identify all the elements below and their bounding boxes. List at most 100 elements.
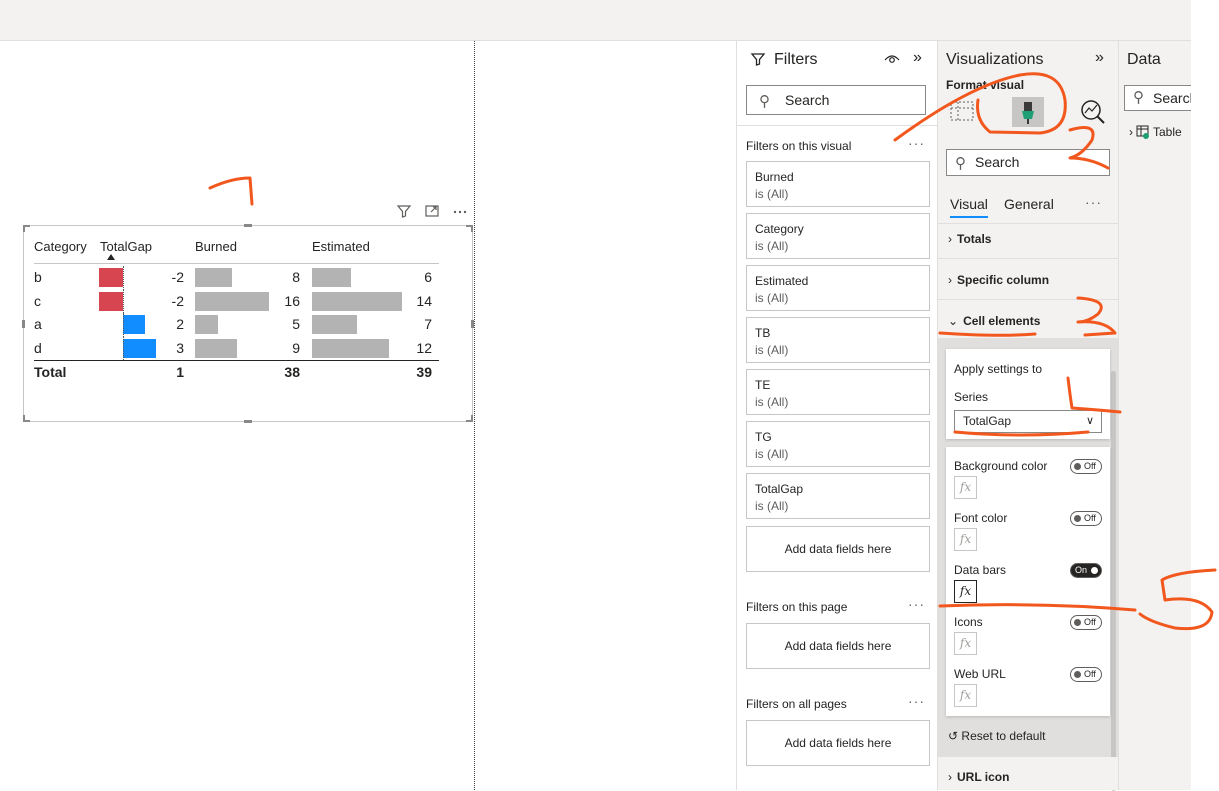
setting-toggle[interactable]: Off <box>1070 667 1102 682</box>
cell-estimated: 14 <box>416 292 432 309</box>
data-search-input[interactable]: ⚲ Search <box>1124 85 1191 111</box>
table-grid: Category TotalGap Burned Estimated b -2 … <box>34 232 439 384</box>
filter-icon[interactable] <box>395 203 413 221</box>
search-icon: ⚲ <box>1133 89 1144 106</box>
eye-icon[interactable] <box>884 53 900 65</box>
toggle-state: Off <box>1084 617 1096 627</box>
setting-label: Background color <box>954 459 1048 473</box>
resize-handle[interactable] <box>23 225 30 232</box>
conditional-format-fx-button[interactable]: fx <box>954 632 977 655</box>
filter-icon <box>750 53 766 66</box>
filter-card[interactable]: TG is (All) <box>746 421 930 467</box>
cell-category: a <box>34 316 42 332</box>
analytics-icon[interactable] <box>1080 99 1106 125</box>
reset-icon: ↺ <box>948 729 959 743</box>
cell-category: d <box>34 339 42 356</box>
cell-burned: 5 <box>292 316 300 332</box>
add-all-pages-fields-well[interactable]: Add data fields here <box>746 720 930 766</box>
filter-field-name: TotalGap <box>755 482 804 496</box>
section-cell-elements[interactable]: ⌄ Cell elements <box>948 314 1040 328</box>
focus-mode-icon[interactable] <box>423 203 441 221</box>
build-visual-icon[interactable] <box>950 99 974 123</box>
section-totals[interactable]: › Totals <box>948 232 991 246</box>
section-cell-elements-label: Cell elements <box>963 314 1041 328</box>
filter-card[interactable]: TB is (All) <box>746 317 930 363</box>
resize-handle[interactable] <box>23 415 30 422</box>
resize-handle[interactable] <box>22 320 25 328</box>
toggle-knob <box>1074 515 1081 522</box>
filter-card[interactable]: Category is (All) <box>746 213 930 259</box>
conditional-format-fx-button[interactable]: fx <box>954 580 977 603</box>
search-placeholder: Search <box>785 92 830 108</box>
conditional-format-fx-button[interactable]: fx <box>954 528 977 551</box>
filter-state: is (All) <box>755 291 789 305</box>
divider <box>737 125 937 126</box>
data-table-item[interactable]: › Table <box>1129 125 1182 139</box>
total-totalgap: 1 <box>176 364 184 380</box>
cell-category: b <box>34 269 42 285</box>
filters-on-visual-label: Filters on this visual <box>746 139 852 153</box>
column-header-category[interactable]: Category <box>34 239 87 254</box>
toggle-knob <box>1074 463 1081 470</box>
table-row[interactable]: c -2 16 14 <box>34 289 439 313</box>
more-options-icon[interactable] <box>451 203 469 221</box>
collapse-visualizations-icon[interactable]: » <box>1095 49 1104 67</box>
section-url-icon[interactable]: › URL icon <box>948 770 1009 784</box>
column-header-totalgap[interactable]: TotalGap <box>100 239 152 254</box>
tab-general[interactable]: General <box>1004 196 1054 212</box>
filters-search-input[interactable]: ⚲ Search <box>746 85 926 115</box>
column-header-burned[interactable]: Burned <box>195 239 237 254</box>
collapse-filters-icon[interactable]: » <box>913 49 922 67</box>
cell-estimated: 7 <box>424 316 432 332</box>
more-options-icon[interactable]: ··· <box>908 135 925 151</box>
resize-handle[interactable] <box>466 225 473 232</box>
filter-card[interactable]: Estimated is (All) <box>746 265 930 311</box>
table-body: b -2 8 6 c -2 16 14 a 2 5 7 d 3 9 12 <box>34 264 439 360</box>
more-options-icon[interactable]: ··· <box>908 596 925 612</box>
scrollbar[interactable] <box>1111 371 1116 791</box>
section-specific-column[interactable]: › Specific column <box>948 273 1049 287</box>
table-row[interactable]: b -2 8 6 <box>34 266 439 290</box>
toggle-state: Off <box>1084 461 1096 471</box>
format-search-input[interactable]: ⚲ Search <box>946 149 1110 176</box>
resize-handle[interactable] <box>244 224 252 227</box>
conditional-format-fx-button[interactable]: fx <box>954 476 977 499</box>
table-icon <box>1136 125 1149 139</box>
data-pane: Data ⚲ Search › Table <box>1118 41 1191 790</box>
table-row[interactable]: a 2 5 7 <box>34 313 439 337</box>
conditional-format-fx-button[interactable]: fx <box>954 684 977 707</box>
apply-settings-label: Apply settings to <box>954 362 1043 376</box>
resize-handle[interactable] <box>466 415 473 422</box>
series-dropdown[interactable]: TotalGap ∨ <box>954 410 1102 433</box>
more-options-icon[interactable]: ··· <box>1085 194 1102 210</box>
add-page-fields-well[interactable]: Add data fields here <box>746 623 930 669</box>
resize-handle[interactable] <box>244 420 252 423</box>
visualizations-title: Visualizations <box>946 51 1044 68</box>
table-visual[interactable]: Category TotalGap Burned Estimated b -2 … <box>22 224 474 423</box>
add-visual-fields-well[interactable]: Add data fields here <box>746 526 930 572</box>
filter-card[interactable]: Burned is (All) <box>746 161 930 207</box>
filter-card[interactable]: TE is (All) <box>746 369 930 415</box>
format-visual-tab[interactable] <box>1012 97 1044 127</box>
filters-pane: Filters » ⚲ Search Filters on this visua… <box>736 41 938 790</box>
format-visual-label: Format visual <box>946 78 1025 92</box>
total-burned: 38 <box>284 364 300 380</box>
reset-to-default-button[interactable]: ↺ Reset to default <box>948 729 1045 743</box>
chevron-right-icon: › <box>1129 125 1133 139</box>
divider <box>938 258 1118 259</box>
setting-toggle[interactable]: Off <box>1070 615 1102 630</box>
table-row[interactable]: d 3 9 12 <box>34 336 439 360</box>
resize-handle[interactable] <box>471 320 474 328</box>
data-title: Data <box>1127 51 1161 68</box>
more-options-icon[interactable]: ··· <box>908 693 925 709</box>
column-header-estimated[interactable]: Estimated <box>312 239 370 254</box>
setting-toggle[interactable]: Off <box>1070 459 1102 474</box>
sort-ascending-icon <box>107 254 115 260</box>
toggle-knob <box>1091 567 1098 574</box>
filter-state: is (All) <box>755 499 789 513</box>
setting-toggle[interactable]: On <box>1070 563 1102 578</box>
tab-visual[interactable]: Visual <box>950 196 988 218</box>
filter-card[interactable]: TotalGap is (All) <box>746 473 930 519</box>
setting-toggle[interactable]: Off <box>1070 511 1102 526</box>
cell-totalgap: -2 <box>171 292 184 309</box>
